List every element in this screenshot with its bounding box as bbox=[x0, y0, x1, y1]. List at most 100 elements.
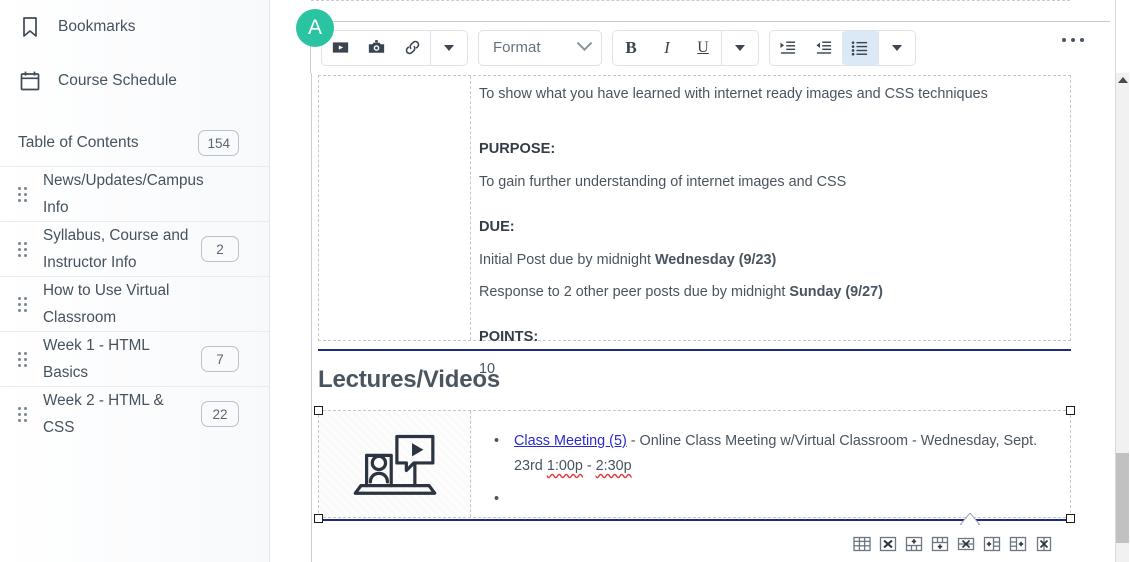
toc-item-label: Week 2 - HTML & CSS bbox=[43, 392, 164, 436]
app-root: Bookmarks Course Schedule Table of Conte… bbox=[0, 0, 1130, 562]
content-top-divider bbox=[311, 0, 1070, 2]
toc-item-label: News/Updates/Campus Info bbox=[43, 172, 204, 216]
list-cell[interactable]: • Class Meeting (5) - Online Class Meeti… bbox=[472, 411, 1070, 517]
delete-table-button[interactable] bbox=[878, 534, 898, 554]
scrollbar-thumb[interactable] bbox=[1116, 453, 1129, 543]
insert-more-button[interactable] bbox=[431, 31, 467, 65]
tooltip-arrow bbox=[960, 513, 980, 525]
toc-item-label: Syllabus, Course and Instructor Info bbox=[43, 227, 189, 271]
toc-item-label: How to Use Virtual Classroom bbox=[43, 282, 170, 326]
drag-handle-icon[interactable] bbox=[18, 350, 30, 368]
due-line-2-date: Sunday (9/27) bbox=[789, 283, 883, 300]
calendar-icon bbox=[18, 69, 42, 93]
insert-column-before-button[interactable] bbox=[982, 534, 1002, 554]
due-line-2-text: Response to 2 other peer posts due by mi… bbox=[479, 283, 790, 300]
insert-row-after-button[interactable] bbox=[930, 534, 950, 554]
chevron-down-icon bbox=[576, 35, 593, 52]
list-item: • Class Meeting (5) - Online Class Meeti… bbox=[494, 429, 1056, 479]
section-heading: Lectures/Videos bbox=[318, 366, 500, 393]
table-context-toolbar bbox=[844, 529, 1062, 559]
toc-item-count: 7 bbox=[201, 346, 239, 372]
list-more-button[interactable] bbox=[879, 31, 915, 65]
content-table-upper[interactable]: To show what you have learned with inter… bbox=[318, 75, 1071, 377]
resize-handle-top-right[interactable] bbox=[1066, 406, 1075, 415]
insert-link-button[interactable] bbox=[394, 31, 430, 65]
purpose-heading: PURPOSE: bbox=[479, 140, 556, 157]
bookmark-icon bbox=[18, 15, 42, 39]
purpose-text: To gain further understanding of interne… bbox=[479, 174, 847, 191]
drag-handle-icon[interactable] bbox=[18, 240, 30, 258]
indent-decrease-button[interactable] bbox=[806, 31, 842, 65]
delete-row-button[interactable] bbox=[956, 534, 976, 554]
editor-panel: Format B I U A To show what you have lea… bbox=[271, 0, 1130, 562]
editor-toolbar: Format B I U bbox=[311, 22, 1110, 73]
sidebar-item-label: Bookmarks bbox=[58, 18, 136, 36]
toc-item-label: Week 1 - HTML Basics bbox=[43, 337, 150, 381]
resize-handle-top-left[interactable] bbox=[314, 406, 323, 415]
table-cell-right[interactable]: To show what you have learned with inter… bbox=[479, 76, 1070, 380]
bullet-list-button[interactable] bbox=[842, 30, 878, 65]
toc-item-count: 22 bbox=[201, 401, 239, 427]
overflow-menu-button[interactable] bbox=[1062, 38, 1084, 42]
sidebar-item-bookmarks[interactable]: Bookmarks bbox=[0, 0, 269, 54]
time-dash: - bbox=[582, 458, 596, 474]
drag-handle-icon[interactable] bbox=[18, 185, 30, 203]
content-table-lower[interactable]: • Class Meeting (5) - Online Class Meeti… bbox=[318, 410, 1071, 518]
ellipsis-icon bbox=[1062, 38, 1066, 42]
annotation-badge-a: A bbox=[296, 9, 334, 47]
editor-scrollbar[interactable] bbox=[1116, 73, 1129, 562]
caret-down-icon bbox=[444, 44, 454, 51]
class-meeting-link[interactable]: Class Meeting (5) bbox=[514, 433, 627, 449]
toc-item[interactable]: Week 1 - HTML Basics 7 bbox=[0, 331, 269, 386]
sidebar-item-course-schedule[interactable]: Course Schedule bbox=[0, 54, 269, 108]
sidebar: Bookmarks Course Schedule Table of Conte… bbox=[0, 0, 270, 562]
delete-column-button[interactable] bbox=[1034, 534, 1054, 554]
drag-handle-icon[interactable] bbox=[18, 405, 30, 423]
due-heading: DUE: bbox=[479, 218, 515, 235]
toc-item[interactable]: News/Updates/Campus Info bbox=[0, 166, 269, 221]
table-of-contents-header: Table of Contents 154 bbox=[0, 120, 269, 166]
toc-item-count: 2 bbox=[201, 236, 239, 262]
due-line-1: Initial Post due by midnight Wednesday (… bbox=[479, 250, 1070, 271]
table-of-contents-title: Table of Contents bbox=[18, 134, 139, 151]
list-indent-group bbox=[769, 29, 916, 66]
table-properties-button[interactable] bbox=[852, 534, 872, 554]
italic-button[interactable]: I bbox=[649, 31, 685, 65]
caret-down-icon bbox=[892, 44, 902, 51]
due-line-2: Response to 2 other peer posts due by mi… bbox=[479, 282, 1070, 303]
editor-canvas[interactable]: To show what you have learned with inter… bbox=[311, 73, 1087, 562]
insert-row-before-button[interactable] bbox=[904, 534, 924, 554]
drag-handle-icon[interactable] bbox=[18, 295, 30, 313]
toc-item[interactable]: How to Use Virtual Classroom bbox=[0, 276, 269, 331]
resize-handle-bottom-left[interactable] bbox=[314, 514, 323, 523]
text-style-group: B I U bbox=[612, 29, 759, 66]
resize-handle-bottom-right[interactable] bbox=[1066, 514, 1075, 523]
insert-button-group bbox=[321, 29, 468, 66]
format-select[interactable]: Format bbox=[478, 29, 602, 66]
caret-down-icon bbox=[735, 44, 745, 51]
points-value: 10 bbox=[479, 360, 496, 377]
bullet-icon: • bbox=[494, 491, 500, 507]
style-more-button[interactable] bbox=[722, 31, 758, 65]
insert-image-button[interactable] bbox=[358, 31, 394, 65]
list-item-empty: • bbox=[494, 487, 1056, 512]
time-start: 1:00p bbox=[546, 458, 583, 474]
bold-button[interactable]: B bbox=[613, 31, 649, 65]
indent-increase-button[interactable] bbox=[770, 31, 806, 65]
time-end: 2:30p bbox=[595, 458, 632, 474]
section-divider bbox=[318, 349, 1071, 351]
scroll-up-arrow-icon[interactable] bbox=[1118, 77, 1128, 83]
underline-button[interactable]: U bbox=[685, 31, 721, 65]
due-line-1-text: Initial Post due by midnight bbox=[479, 252, 655, 269]
annotation-badge-label: A bbox=[307, 16, 322, 39]
insert-column-after-button[interactable] bbox=[1008, 534, 1028, 554]
table-of-contents-count: 154 bbox=[198, 130, 239, 156]
format-select-label: Format bbox=[493, 39, 541, 56]
due-line-1-date: Wednesday (9/23) bbox=[654, 252, 777, 269]
toc-item[interactable]: Week 2 - HTML & CSS 22 bbox=[0, 386, 269, 441]
table-cell-left[interactable] bbox=[319, 76, 471, 340]
list-item-text: Class Meeting (5) - Online Class Meeting… bbox=[514, 429, 1056, 479]
media-cell[interactable] bbox=[319, 411, 471, 517]
bullet-icon: • bbox=[494, 433, 500, 449]
toc-item[interactable]: Syllabus, Course and Instructor Info 2 bbox=[0, 221, 269, 276]
